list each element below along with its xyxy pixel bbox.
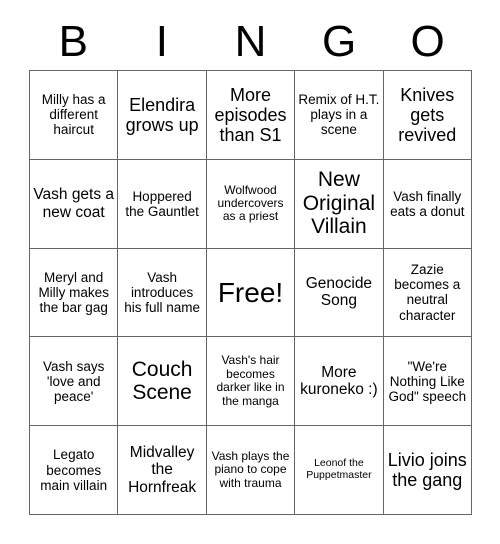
bingo-cell-label: Knives gets revived [398, 84, 457, 145]
bingo-cell[interactable]: Hoppered the Gauntlet [118, 159, 207, 249]
header-letter-n: N [234, 17, 267, 66]
bingo-cell-label: Midvalley the Hornfreak [128, 444, 197, 496]
bingo-cell-label: Meryl and Milly makes the bar gag [38, 269, 109, 316]
bingo-cell[interactable]: Midvalley the Hornfreak [118, 426, 207, 515]
bingo-cell-label: Vash plays the piano to cope with trauma [211, 448, 290, 490]
bingo-cell[interactable]: Meryl and Milly makes the bar gag [30, 248, 119, 338]
bingo-cell[interactable]: Knives gets revived [383, 71, 472, 160]
bingo-cell[interactable]: Zazie becomes a neutral character [383, 248, 472, 338]
bingo-cell-label: Genocide Song [305, 275, 373, 310]
bingo-header: B I N G O [29, 14, 472, 70]
bingo-cell-label: "We're Nothing Like God" speech [388, 358, 467, 404]
bingo-cell-label: Wolfwood undercovers as a priest [217, 182, 284, 224]
bingo-cell-label: Vash's hair becomes darker like in the m… [216, 353, 285, 408]
bingo-cell[interactable]: Vash gets a new coat [30, 159, 119, 249]
bingo-cell[interactable]: Genocide Song [295, 248, 384, 338]
bingo-free-label: Free! [217, 276, 284, 308]
bingo-cell-label: Vash finally eats a donut [390, 188, 465, 219]
bingo-cell[interactable]: Vash finally eats a donut [383, 159, 472, 249]
bingo-cell[interactable]: "We're Nothing Like God" speech [383, 337, 472, 427]
bingo-cell[interactable]: Vash introduces his full name [118, 248, 207, 338]
bingo-cell[interactable]: More kuroneko :) [295, 337, 384, 427]
bingo-cell-label: New Original Villain [302, 168, 376, 239]
bingo-cell[interactable]: Milly has a different haircut [30, 71, 119, 160]
bingo-cell-label: Elendira grows up [125, 94, 199, 135]
bingo-cell-label: Vash gets a new coat [33, 186, 115, 221]
bingo-free-cell[interactable]: Free! [206, 248, 296, 338]
bingo-cell-label: Zazie becomes a neutral character [394, 262, 461, 323]
bingo-cell[interactable]: Vash says 'love and peace' [30, 337, 119, 427]
bingo-cell-label: Milly has a different haircut [41, 92, 106, 138]
header-letter-i: I [155, 17, 168, 66]
bingo-cell-label: Remix of H.T. plays in a scene [298, 92, 380, 138]
bingo-cell-label: More episodes than S1 [214, 84, 287, 145]
bingo-cell[interactable]: Wolfwood undercovers as a priest [206, 159, 296, 249]
bingo-grid: Milly has a different haircut Elendira g… [29, 70, 472, 515]
bingo-cell[interactable]: Couch Scene [118, 337, 207, 427]
bingo-cell[interactable]: Leonof the Puppetmaster [295, 426, 384, 515]
bingo-cell-label: Couch Scene [131, 357, 193, 405]
bingo-cell[interactable]: Legato becomes main villain [30, 426, 119, 515]
bingo-card: B I N G O Milly has a different haircut … [0, 0, 500, 544]
bingo-cell[interactable]: Elendira grows up [118, 71, 207, 160]
header-letter-o: O [410, 17, 445, 66]
bingo-cell-label: Vash introduces his full name [124, 269, 200, 316]
header-letter-b: B [58, 17, 88, 66]
bingo-cell-label: More kuroneko :) [300, 363, 378, 399]
bingo-cell-label: Hoppered the Gauntlet [125, 188, 199, 219]
bingo-cell-label: Vash says 'love and peace' [43, 358, 105, 404]
bingo-cell-label: Livio joins the gang [387, 449, 467, 491]
bingo-cell-label: Legato becomes main villain [40, 447, 108, 493]
header-letter-g: G [321, 17, 357, 66]
bingo-cell[interactable]: More episodes than S1 [206, 71, 296, 160]
bingo-cell-label: Leonof the Puppetmaster [306, 457, 372, 482]
bingo-cell[interactable]: Vash plays the piano to cope with trauma [206, 426, 296, 515]
bingo-cell[interactable]: New Original Villain [295, 159, 384, 249]
bingo-cell[interactable]: Remix of H.T. plays in a scene [295, 71, 384, 160]
bingo-cell[interactable]: Livio joins the gang [383, 426, 472, 515]
bingo-cell[interactable]: Vash's hair becomes darker like in the m… [206, 337, 296, 427]
